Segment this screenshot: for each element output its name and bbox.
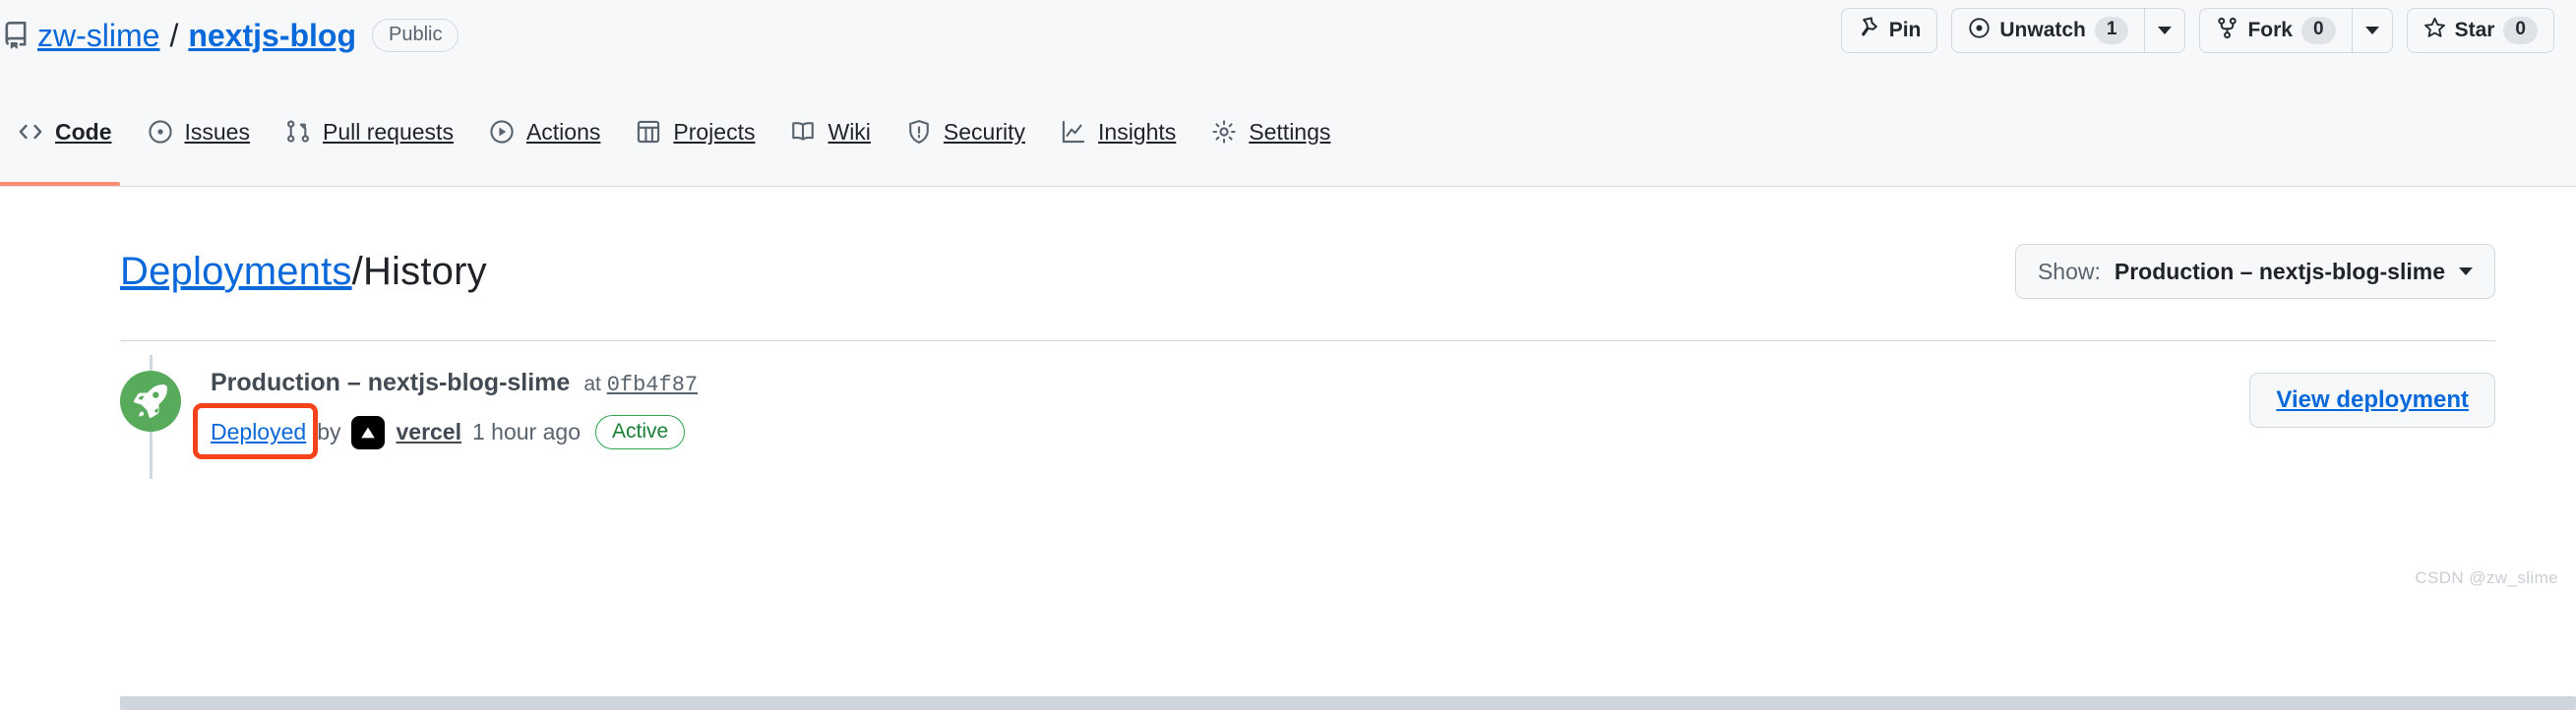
view-deployment-button[interactable]: View deployment [2249, 373, 2495, 428]
breadcrumb: zw-slime / nextjs-blog Public [37, 18, 459, 54]
star-count: 0 [2503, 17, 2538, 44]
show-filter-value: Production – nextjs-blog-slime [2115, 259, 2445, 285]
tab-issues[interactable]: Issues [130, 101, 268, 162]
deployment-actor-link[interactable]: vercel [396, 419, 461, 445]
deployment-details: Production – nextjs-blog-slime at 0fb4f8… [211, 369, 2249, 449]
tab-pull-requests-label: Pull requests [323, 121, 454, 144]
repo-icon [0, 20, 30, 51]
vercel-logo-icon [351, 416, 385, 449]
unwatch-label: Unwatch [1999, 19, 2086, 42]
fork-dropdown-button[interactable] [2352, 8, 2393, 53]
fork-icon [2216, 17, 2239, 45]
eye-icon [1968, 17, 1991, 45]
tab-actions[interactable]: Actions [471, 101, 618, 162]
watch-button-group: Unwatch 1 [1951, 8, 2185, 53]
star-icon [2423, 17, 2446, 45]
watch-count: 1 [2095, 17, 2129, 44]
tab-pull-requests[interactable]: Pull requests [268, 101, 471, 162]
breadcrumb-current: History [363, 250, 487, 293]
page-title: Deployments/History [120, 250, 487, 294]
show-filter-dropdown[interactable]: Show: Production – nextjs-blog-slime [2015, 244, 2495, 299]
breadcrumb-deployments-link[interactable]: Deployments [120, 250, 352, 293]
commit-sha-link[interactable]: 0fb4f87 [607, 373, 698, 397]
tab-actions-label: Actions [526, 121, 600, 144]
code-icon [18, 119, 43, 145]
pin-label: Pin [1889, 19, 1922, 42]
tab-code[interactable]: Code [0, 101, 130, 162]
issue-opened-icon [148, 119, 173, 145]
tab-security-label: Security [944, 121, 1025, 144]
deployed-status-label: Deployed [211, 419, 306, 444]
tab-projects-label: Projects [673, 121, 755, 144]
tab-insights-label: Insights [1098, 121, 1176, 144]
gear-icon [1211, 119, 1237, 145]
graph-icon [1061, 119, 1086, 145]
pin-icon [1858, 17, 1880, 45]
tab-wiki-label: Wiki [828, 121, 870, 144]
git-pull-request-icon [285, 119, 311, 145]
chevron-down-icon [2459, 267, 2473, 275]
by-label: by [317, 419, 340, 445]
visibility-badge: Public [372, 19, 459, 52]
chevron-down-icon [2365, 27, 2379, 34]
repo-owner-link[interactable]: zw-slime [37, 18, 159, 54]
show-filter-prefix: Show: [2038, 259, 2101, 285]
status-badge: Active [595, 415, 685, 449]
fork-label: Fork [2247, 19, 2293, 42]
watch-dropdown-button[interactable] [2144, 8, 2185, 53]
fork-count: 0 [2301, 17, 2336, 44]
repo-title-separator: / [169, 18, 178, 54]
fork-button-group: Fork 0 [2199, 8, 2392, 53]
repo-header-actions: Pin Unwatch 1 [1841, 8, 2554, 53]
deployments-list: Production – nextjs-blog-slime at 0fb4f8… [120, 340, 2495, 479]
book-icon [790, 119, 816, 145]
unwatch-button[interactable]: Unwatch 1 [1951, 8, 2144, 53]
deployment-meta: Deployed by vercel 1 hour ago Active [211, 415, 2249, 449]
star-label: Star [2455, 19, 2495, 42]
tab-security[interactable]: Security [889, 101, 1043, 162]
tab-projects[interactable]: Projects [618, 101, 772, 162]
horizontal-scrollbar[interactable] [120, 696, 2576, 710]
tab-insights[interactable]: Insights [1043, 101, 1194, 162]
watermark: CSDN @zw_slime [2415, 568, 2558, 588]
at-label: at [583, 373, 601, 395]
chevron-down-icon [2158, 27, 2172, 34]
rocket-icon [120, 371, 181, 432]
shield-icon [906, 119, 932, 145]
table-icon [636, 119, 661, 145]
tab-wiki[interactable]: Wiki [772, 101, 888, 162]
deployment-commit: at 0fb4f87 [583, 373, 698, 397]
deployment-environment: Production – nextjs-blog-slime [211, 369, 570, 397]
pin-button[interactable]: Pin [1841, 8, 1938, 53]
repo-nav-tabs: Code Issues Pull requests [0, 101, 1348, 186]
deployed-status-link[interactable]: Deployed [211, 419, 306, 445]
deployment-heading: Production – nextjs-blog-slime at 0fb4f8… [211, 369, 2249, 397]
tab-issues-label: Issues [185, 121, 250, 144]
star-button[interactable]: Star 0 [2407, 8, 2554, 53]
deployment-relative-time: 1 hour ago [472, 419, 581, 445]
tab-settings-label: Settings [1249, 121, 1330, 144]
repo-header: zw-slime / nextjs-blog Public Pin Un [0, 0, 2576, 187]
main-content: Deployments/History Show: Production – n… [0, 187, 2576, 479]
tab-code-label: Code [55, 121, 112, 144]
repo-name-link[interactable]: nextjs-blog [188, 18, 356, 54]
breadcrumb-separator: / [352, 250, 363, 293]
deployment-row: Production – nextjs-blog-slime at 0fb4f8… [120, 341, 2495, 479]
fork-button[interactable]: Fork 0 [2199, 8, 2351, 53]
page-header: Deployments/History Show: Production – n… [120, 244, 2495, 299]
tab-settings[interactable]: Settings [1194, 101, 1348, 162]
play-icon [489, 119, 515, 145]
